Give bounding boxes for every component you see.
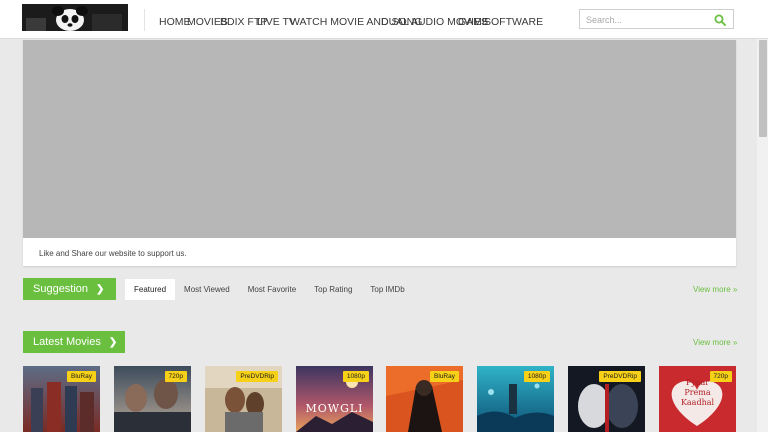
search-box xyxy=(579,9,734,29)
site-logo[interactable] xyxy=(22,4,128,31)
suggestion-tabs: Featured Most Viewed Most Favorite Top R… xyxy=(125,279,414,300)
movie-poster[interactable]: 720p xyxy=(114,366,191,432)
suggestion-button[interactable]: Suggestion ❯ xyxy=(23,278,116,300)
quality-badge: 1080p xyxy=(523,371,550,382)
suggestion-view-more-link[interactable]: View more » xyxy=(693,285,737,294)
tab-top-imdb[interactable]: Top IMDb xyxy=(361,279,413,300)
movie-poster[interactable]: 1080p xyxy=(477,366,554,432)
chevron-right-icon: ❯ xyxy=(108,336,118,348)
poster-title-line: Kaadhal xyxy=(680,398,715,407)
quality-badge: BluRay xyxy=(430,371,459,382)
movie-poster[interactable]: PreDVDRip xyxy=(568,366,645,432)
quality-badge: 720p xyxy=(164,371,187,382)
quality-badge: 1080p xyxy=(342,371,369,382)
latest-view-more-link[interactable]: View more » xyxy=(693,338,737,347)
tab-most-viewed[interactable]: Most Viewed xyxy=(175,279,239,300)
banner: Like and Share our website to support us… xyxy=(23,40,736,266)
poster-title: MOWGLI xyxy=(305,402,364,415)
banner-image-placeholder xyxy=(23,40,736,238)
movie-poster[interactable]: BluRay xyxy=(23,366,100,432)
tab-most-favorite[interactable]: Most Favorite xyxy=(239,279,305,300)
chevron-right-icon: ❯ xyxy=(96,283,105,295)
latest-movies-button[interactable]: Latest Movies ❯ xyxy=(23,331,125,353)
movie-poster[interactable]: PreDVDRip xyxy=(205,366,282,432)
search-input[interactable] xyxy=(586,13,706,26)
movie-poster[interactable]: 1080p MOWGLI xyxy=(296,366,373,432)
nav-home[interactable]: HOME xyxy=(159,16,191,28)
quality-badge: BluRay xyxy=(67,371,96,382)
tab-top-rating[interactable]: Top Rating xyxy=(305,279,361,300)
tab-featured[interactable]: Featured xyxy=(125,279,176,300)
poster-title-line: Prema xyxy=(684,388,711,397)
quality-badge: PreDVDRip xyxy=(599,371,641,382)
nav-divider xyxy=(144,9,145,31)
nav-software[interactable]: SOFTWARE xyxy=(484,16,543,28)
latest-movies-label: Latest Movies xyxy=(33,336,101,348)
movie-poster[interactable]: 720p Pyaar Prema Kaadhal xyxy=(659,366,736,432)
movie-poster[interactable]: BluRay xyxy=(386,366,463,432)
poster-title-line: Pyaar xyxy=(685,378,710,387)
search-icon[interactable] xyxy=(714,13,726,26)
site-header: HOME MOVIES BDIX FTP LIVE TV WATCH MOVIE… xyxy=(0,0,768,39)
banner-share-text: Like and Share our website to support us… xyxy=(39,249,187,258)
quality-badge: PreDVDRip xyxy=(236,371,278,382)
scrollbar-thumb[interactable] xyxy=(759,40,767,137)
suggestion-label: Suggestion xyxy=(33,283,89,295)
